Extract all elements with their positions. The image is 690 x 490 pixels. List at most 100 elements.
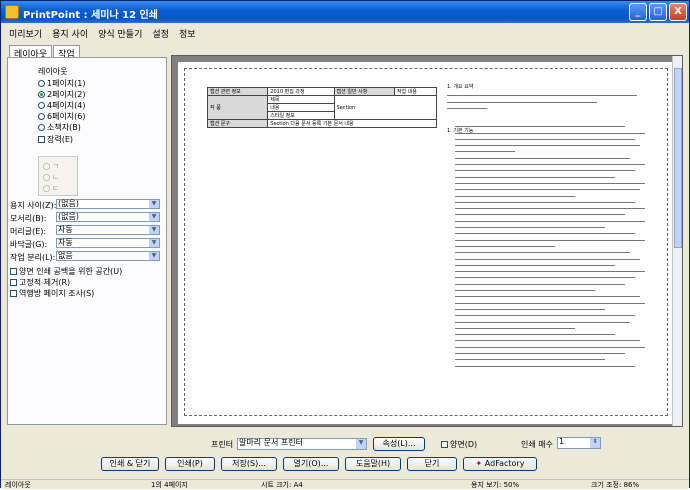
chevron-down-icon: ▼ xyxy=(149,226,159,234)
reverse-page-check[interactable]: 역행방 페이지 조사(S) xyxy=(10,288,94,299)
layout-option-2[interactable]: 2페이지(2) xyxy=(38,89,86,100)
checkbox-icon xyxy=(441,441,448,448)
status-size: 크기 조정: 86% xyxy=(591,481,640,489)
menu-form[interactable]: 양식 만들기 xyxy=(98,27,142,41)
close-button[interactable]: X xyxy=(669,3,687,21)
menu-settings[interactable]: 설정 xyxy=(152,27,169,41)
save-button[interactable]: 저장(S)... xyxy=(221,457,277,471)
close-dialog-button[interactable]: 닫기 xyxy=(407,457,457,471)
menu-paper[interactable]: 용지 사이 xyxy=(52,27,88,41)
remove-fixed-check[interactable]: 고정적 제거(R) xyxy=(10,277,70,288)
doc-text-line xyxy=(455,308,605,310)
header-select[interactable]: 자동 ▼ xyxy=(56,225,160,235)
doc-text-line xyxy=(455,176,615,178)
doc-text-line xyxy=(455,145,640,147)
extra-option-check[interactable]: 장력(E) xyxy=(38,134,73,145)
printer-select[interactable]: 알마리 문서 프린터 ▼ xyxy=(237,438,367,450)
duplex-gap-check[interactable]: 양면 인쇄 공백을 위한 공간(U) xyxy=(10,266,122,277)
doc-text-line xyxy=(455,277,635,279)
title-bar[interactable]: PrintPoint : 세미나 12 인쇄 _ □ X xyxy=(1,1,689,23)
doc-text-line xyxy=(455,151,515,153)
doc-text-line xyxy=(455,290,595,291)
doc-text-line xyxy=(455,245,555,247)
radio-icon xyxy=(38,80,45,87)
doc-text-line xyxy=(455,138,635,140)
doc-text-line xyxy=(455,195,575,197)
doc-text-line xyxy=(455,201,635,203)
doc-text-line xyxy=(455,327,575,329)
layout-option-4[interactable]: 4페이지(4) xyxy=(38,100,86,111)
doc-text-line xyxy=(455,359,605,361)
page-margin-guide: 캡션 관련 정보 2010 편집 과정 캡션 일반 사항 작업 내용 작 품 제… xyxy=(184,68,668,416)
field-label-paper: 용지 사이(Z): xyxy=(10,201,57,210)
doc-text-line xyxy=(447,101,597,103)
checkbox-icon xyxy=(38,136,45,143)
footer-select[interactable]: 자동 ▼ xyxy=(56,238,160,248)
split-select[interactable]: 없음 ▼ xyxy=(56,251,160,261)
paper-select[interactable]: (없음) ▼ xyxy=(56,199,160,209)
checkbox-icon xyxy=(10,279,17,286)
maximize-button[interactable]: □ xyxy=(649,3,667,21)
adfactory-button[interactable]: ✦ AdFactory xyxy=(463,457,537,471)
minimize-button[interactable]: _ xyxy=(629,3,647,21)
field-label-split: 작업 분리(L): xyxy=(10,253,56,262)
copies-spinner[interactable]: 1 ⬍ xyxy=(557,437,601,449)
disabled-options-box: ㄱ ㄴ ㄷ xyxy=(38,156,78,196)
doc-text-line xyxy=(455,182,645,184)
doc-text-line xyxy=(455,252,630,254)
duplex-check[interactable]: 양면(D) xyxy=(441,439,477,450)
doc-text-line xyxy=(455,346,645,348)
preview-scrollbar[interactable] xyxy=(672,56,682,426)
disabled-radio-1: ㄱ xyxy=(43,161,59,172)
checkbox-icon xyxy=(10,268,17,275)
doc-text-line xyxy=(455,164,645,165)
table-cell: 캡션 일반 사항 xyxy=(333,87,395,96)
doc-text-line xyxy=(455,283,625,285)
print-button[interactable]: 인쇄(P) xyxy=(165,457,215,471)
doc-text-line xyxy=(455,214,625,216)
properties-button[interactable]: 속성(L)... xyxy=(373,437,425,451)
open-button[interactable]: 열기(O)... xyxy=(283,457,339,471)
radio-icon xyxy=(43,163,50,170)
print-close-button[interactable]: 인쇄 & 닫기 xyxy=(101,457,159,471)
chevron-down-icon: ▼ xyxy=(149,252,159,260)
disabled-radio-2: ㄴ xyxy=(43,172,59,183)
print-preview[interactable]: 캡션 관련 정보 2010 편집 과정 캡션 일반 사항 작업 내용 작 품 제… xyxy=(171,55,683,427)
doc-text-line xyxy=(455,208,645,210)
menu-preview[interactable]: 미리보기 xyxy=(9,27,42,41)
border-select[interactable]: (없음) ▼ xyxy=(56,212,160,222)
layout-option-booklet[interactable]: 소책자(B) xyxy=(38,122,81,133)
spin-arrows-icon: ⬍ xyxy=(590,438,600,448)
layout-panel: 레이아웃 1페이지(1) 2페이지(2) 4페이지(4) 6페이지(6) 소책자… xyxy=(7,57,167,425)
doc-text-line xyxy=(455,126,625,128)
chevron-down-icon: ▼ xyxy=(149,239,159,247)
table-cell: Section xyxy=(333,95,438,120)
help-button[interactable]: 도움말(H) xyxy=(345,457,401,471)
status-zoom: 용지 보기: 50% xyxy=(471,481,520,489)
table-cell: Section 다음 문서 등록 기본 문서 내용 xyxy=(267,119,437,128)
doc-text-line xyxy=(455,321,630,323)
table-cell: 스타일 정보 xyxy=(267,111,335,120)
chevron-down-icon: ▼ xyxy=(356,439,366,449)
menu-bar: 미리보기 용지 사이 양식 만들기 설정 정보 xyxy=(9,27,206,41)
doc-text-line xyxy=(455,170,635,172)
table-cell: 캡션 문구 xyxy=(206,119,269,128)
status-paper: 시트 크기: A4 xyxy=(261,481,303,489)
copies-label: 인쇄 매수 xyxy=(521,440,553,449)
preview-page: 캡션 관련 정보 2010 편집 과정 캡션 일반 사항 작업 내용 작 품 제… xyxy=(178,62,675,424)
app-icon xyxy=(5,5,19,19)
window-title: PrintPoint : 세미나 12 인쇄 xyxy=(23,10,158,21)
doc-text-line xyxy=(447,95,637,97)
table-cell: 작업 내용 xyxy=(393,87,438,96)
field-label-border: 모서리(B): xyxy=(10,214,47,223)
table-cell: 내용 xyxy=(267,103,335,112)
field-label-footer: 바닥글(G): xyxy=(10,240,48,249)
layout-option-1[interactable]: 1페이지(1) xyxy=(38,78,86,89)
scrollbar-thumb[interactable] xyxy=(674,68,682,248)
adfactory-logo-icon: ✦ xyxy=(475,459,485,468)
table-cell: 작 품 xyxy=(206,95,269,120)
menu-info[interactable]: 정보 xyxy=(179,27,196,41)
disabled-radio-3: ㄷ xyxy=(43,183,59,194)
doc-text-line xyxy=(455,302,645,304)
layout-option-6[interactable]: 6페이지(6) xyxy=(38,111,86,122)
